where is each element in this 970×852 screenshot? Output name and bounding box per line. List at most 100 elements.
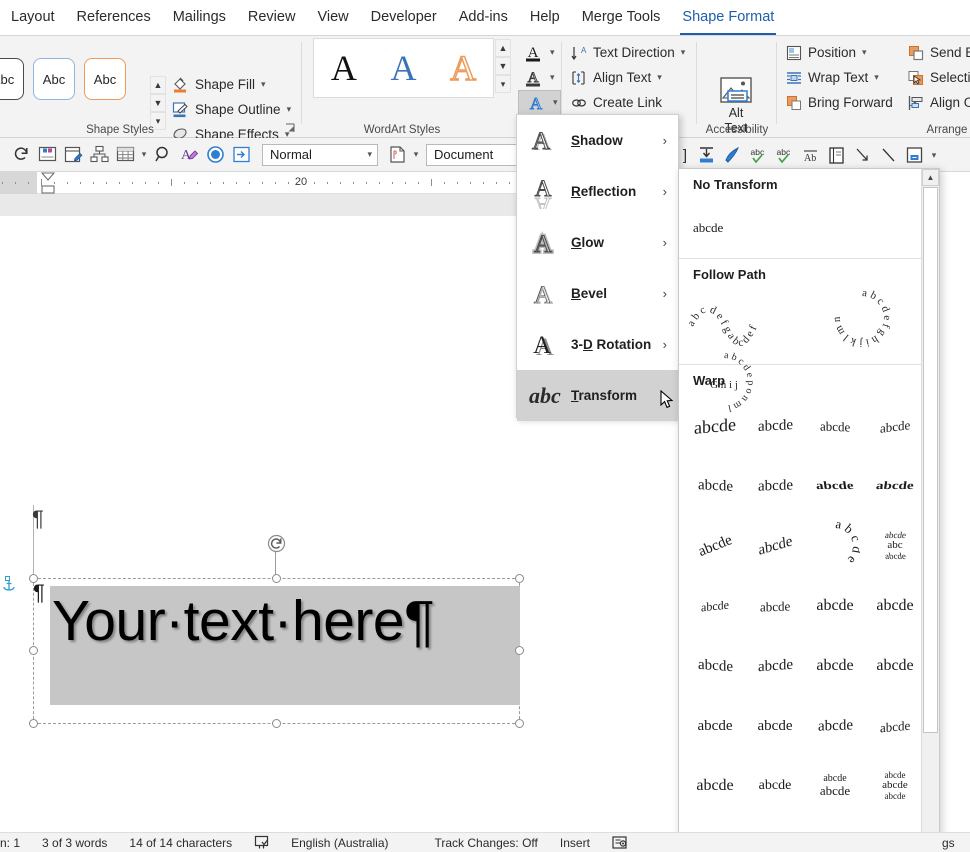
create-link-button[interactable]: Create Link (571, 90, 685, 115)
transform-item-warp[interactable]: abcde (745, 516, 805, 576)
resize-handle-bottom-left[interactable] (28, 719, 38, 728)
transform-item-warp[interactable]: abcde (685, 516, 745, 576)
transform-item-warp[interactable]: abcde (685, 696, 745, 756)
selected-textbox[interactable]: Your·text·here¶ (28, 573, 524, 728)
status-track-changes[interactable]: Track Changes: Off (400, 836, 549, 850)
insert-bookmark-icon[interactable] (693, 142, 719, 168)
transform-item-circle[interactable]: a b c d e f g h i j k l m n (823, 286, 901, 350)
transform-item-warp[interactable]: abcde (865, 636, 925, 696)
shape-styles-scroll-up-icon[interactable]: ▲ (150, 76, 166, 94)
menu-item-bevel[interactable]: AA Bevel › (517, 268, 678, 319)
spelling-icon[interactable]: abc (745, 142, 771, 168)
resize-handle-middle-right[interactable] (515, 646, 524, 655)
mark-citation-icon[interactable] (60, 142, 86, 168)
tab-merge-tools[interactable]: Merge Tools (571, 7, 672, 28)
scrollbar-thumb[interactable] (923, 187, 938, 733)
chevron-down-icon[interactable]: ▾ (138, 142, 150, 168)
status-character-count[interactable]: 14 of 14 characters (118, 836, 243, 850)
insert-caption-icon[interactable] (34, 142, 60, 168)
transform-item-no-transform[interactable]: abcde (685, 198, 745, 258)
wordart-gallery[interactable]: A A A (313, 38, 494, 98)
wordart-preview-3[interactable]: A (449, 49, 477, 87)
send-backward-button[interactable]: Send Backward (908, 40, 970, 65)
transform-item-warp[interactable]: abcde (685, 396, 745, 456)
wordart-preview-2[interactable]: A (390, 50, 416, 86)
arrow-down-icon[interactable] (849, 142, 875, 168)
wordart-preview-1[interactable]: A (331, 50, 357, 86)
shape-style-chip-3[interactable]: Abc (84, 58, 126, 100)
transform-item-warp[interactable]: abcde (805, 396, 865, 456)
transform-item-warp[interactable]: abcde (865, 396, 925, 456)
wrap-text-button[interactable]: Wrap Text ▾ (786, 65, 917, 90)
clear-formatting-icon[interactable]: A (176, 142, 202, 168)
transform-item-warp[interactable]: abcde (805, 576, 865, 636)
status-language[interactable]: English (Australia) (280, 836, 399, 850)
tab-review[interactable]: Review (237, 7, 307, 28)
transform-item-arch-up[interactable]: a b c d e f g a b c d e f g (685, 286, 763, 350)
resize-handle-bottom-right[interactable] (515, 719, 524, 728)
grammar-icon[interactable]: abc (771, 142, 797, 168)
text-outline-button[interactable]: A ▾ (518, 65, 561, 90)
transform-item-warp[interactable]: abcde (805, 696, 865, 756)
transform-item-warp[interactable]: abcde (685, 576, 745, 636)
menu-item-3d-rotation[interactable]: AA 3-D Rotation › (517, 319, 678, 370)
bring-forward-button[interactable]: Bring Forward ▾ (786, 90, 917, 115)
rotate-handle-icon[interactable] (267, 534, 286, 553)
tab-mailings[interactable]: Mailings (162, 7, 237, 28)
find-icon[interactable] (150, 142, 176, 168)
wordart-scroll-up-icon[interactable]: ▲ (495, 39, 511, 57)
insert-object-icon[interactable] (228, 142, 254, 168)
selection-pane-button[interactable]: Selection Pane (908, 65, 970, 90)
transform-item-warp[interactable]: abcde (745, 756, 805, 816)
tab-developer[interactable]: Developer (360, 7, 448, 28)
macro-record-icon[interactable] (601, 835, 639, 850)
text-fill-button[interactable]: A ▾ (518, 40, 561, 65)
tab-add-ins[interactable]: Add-ins (448, 7, 519, 28)
anchor-icon[interactable] (1, 576, 17, 594)
transform-item-warp[interactable]: abcde (805, 456, 865, 516)
transform-item-warp[interactable]: abcde (685, 756, 745, 816)
shape-styles-dialog-launcher[interactable] (285, 123, 296, 134)
save-as-icon[interactable] (901, 142, 927, 168)
chevron-down-icon[interactable]: ▾ (927, 142, 941, 168)
transform-item-warp[interactable]: abcde (865, 576, 925, 636)
shape-styles-scroll-down-icon[interactable]: ▼ (150, 94, 166, 112)
format-painter-icon[interactable] (719, 142, 745, 168)
tab-layout[interactable]: Layout (0, 7, 66, 28)
shape-outline-button[interactable]: Shape Outline ▾ (172, 97, 291, 122)
align-objects-button[interactable]: Align Objects (908, 90, 970, 115)
resize-handle-bottom-center[interactable] (272, 719, 281, 728)
style-select[interactable]: Normal ▾ (262, 143, 378, 166)
position-button[interactable]: Position ▾ (786, 40, 917, 65)
status-section[interactable]: n: 1 (0, 836, 31, 850)
gallery-scrollbar[interactable]: ▲ ▼ (921, 169, 939, 851)
scroll-up-icon[interactable]: ▲ (922, 169, 939, 186)
tab-help[interactable]: Help (519, 7, 571, 28)
bracket-icon[interactable]: ] (677, 142, 693, 168)
resize-handle-middle-left[interactable] (28, 646, 38, 655)
text-effects-button[interactable]: A ▾ (518, 90, 561, 115)
shape-fill-button[interactable]: Shape Fill ▾ (172, 72, 291, 97)
table-icon[interactable] (112, 142, 138, 168)
status-insert-mode[interactable]: Insert (549, 836, 601, 850)
line-icon[interactable] (875, 142, 901, 168)
transform-item-warp[interactable]: abcde (745, 396, 805, 456)
wordart-more-icon[interactable]: ▾ (495, 75, 511, 93)
menu-item-reflection[interactable]: AA Reflection › (517, 166, 678, 217)
resize-handle-top-right[interactable] (515, 573, 524, 583)
transform-item-warp[interactable]: abcde abc abcde (865, 516, 925, 576)
resize-handle-top-center[interactable] (272, 573, 281, 583)
shape-style-chip-2[interactable]: Abc (33, 58, 75, 100)
chevron-down-icon[interactable]: ▾ (410, 142, 422, 168)
transform-item-warp[interactable]: abcde (685, 456, 745, 516)
transform-item-warp[interactable]: abcde (865, 696, 925, 756)
wordart-scroll-down-icon[interactable]: ▼ (495, 57, 511, 75)
transform-item-warp[interactable]: abcde (745, 456, 805, 516)
thesaurus-icon[interactable]: Ab (797, 142, 823, 168)
text-direction-button[interactable]: A Text Direction ▾ (571, 40, 685, 65)
status-word-count[interactable]: 3 of 3 words (31, 836, 118, 850)
transform-item-warp[interactable]: abcde (745, 696, 805, 756)
tab-shape-format[interactable]: Shape Format (671, 7, 785, 35)
style-inspector-icon[interactable] (384, 142, 410, 168)
notes-icon[interactable] (823, 142, 849, 168)
